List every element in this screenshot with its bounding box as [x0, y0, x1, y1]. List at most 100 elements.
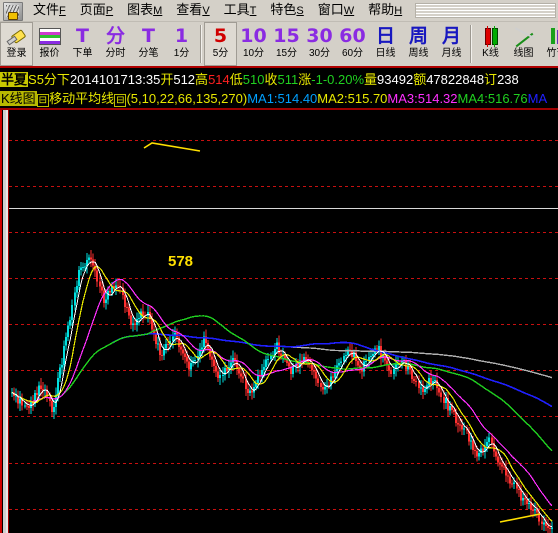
indicator-name: 移动平均线 [49, 91, 115, 106]
menu-features[interactable]: 特色S [263, 1, 310, 21]
menu-help-accel: H [394, 4, 403, 17]
menu-chart-label: 图表 [127, 1, 154, 17]
toolbar-separator-1 [200, 25, 202, 63]
toolbar-button-login[interactable]: 登录 [0, 22, 33, 66]
menu-view[interactable]: 查看V [169, 1, 216, 21]
menu-file[interactable]: 文件F [26, 1, 73, 21]
quote-icon [38, 24, 61, 48]
menu-features-accel: S [296, 4, 304, 17]
main-toolbar: 登录 报价 T 下单 分 分时 T 分笔 1 1分 5 5分 10 10分 15… [0, 22, 558, 66]
menu-view-label: 查看 [176, 1, 203, 17]
menu-tools-accel: T [249, 4, 257, 17]
menu-window-accel: W [343, 4, 355, 17]
monthly-icon: 月 [441, 25, 461, 47]
menu-bar: 文件F 页面P 图表M 查看V 工具T 特色S 窗口W 帮助H [0, 0, 558, 22]
app-logo-icon [3, 1, 23, 21]
min1-icon: 1 [174, 25, 189, 47]
menu-bar-filler [415, 3, 556, 18]
toolbar-button-min5[interactable]: 5 5分 [204, 22, 237, 66]
indicator-ma1: MA1:514.40 [247, 91, 318, 106]
min10-icon: 10 [240, 25, 267, 47]
indicator-ma3: MA3:514.32 [387, 91, 458, 106]
toolbar-button-intraday[interactable]: 分 分时 [99, 22, 132, 66]
toolbar-button-candlestick-label: K线 [482, 48, 499, 59]
plug-icon [6, 24, 28, 48]
quote-high-value: 514 [208, 72, 230, 87]
min60-icon: 60 [339, 25, 366, 47]
toolbar-button-min30[interactable]: 30 30分 [303, 22, 336, 66]
quote-change-label: 涨 [298, 72, 312, 87]
quote-code: S [28, 72, 37, 87]
toolbar-button-line-chart[interactable]: 线图 [507, 22, 540, 66]
quote-close-value: 511 [277, 72, 299, 87]
min15-icon: 15 [273, 25, 300, 47]
quote-amount-value: 47822848 [426, 72, 485, 87]
menu-page-label: 页面 [79, 1, 106, 17]
annotation-pointer-low [499, 513, 541, 523]
indicator-collapse-icon[interactable]: ⊟ [36, 94, 50, 107]
indicator-params-collapse-icon[interactable]: ⊟ [114, 94, 127, 107]
line-chart-icon [514, 24, 534, 48]
menu-features-label: 特色 [270, 1, 297, 17]
toolbar-button-ticks-label: 分笔 [138, 48, 159, 59]
price-chart[interactable]: 578 410 [0, 110, 558, 533]
menu-page[interactable]: 页面P [73, 1, 120, 21]
toolbar-button-ticks[interactable]: T 分笔 [132, 22, 165, 66]
toolbar-button-min60[interactable]: 60 60分 [336, 22, 369, 66]
indicator-params: (5,10,22,66,135,270) [126, 91, 248, 106]
bamboo-chart-icon [548, 24, 558, 48]
quote-orders-label: 订 [484, 72, 498, 87]
menu-tools-label: 工具 [223, 1, 250, 17]
toolbar-button-weekly-label: 周线 [408, 48, 429, 59]
toolbar-button-monthly-label: 月线 [441, 48, 462, 59]
toolbar-button-quote-label: 报价 [39, 48, 60, 59]
toolbar-button-bamboo-chart[interactable]: 竹节 [540, 22, 558, 66]
toolbar-button-min1-label: 1分 [173, 48, 190, 59]
menu-file-label: 文件 [33, 1, 60, 17]
menu-view-accel: V [202, 4, 210, 17]
indicator-title: K线图 [0, 91, 37, 106]
quote-period: 5分 [36, 72, 57, 87]
menu-help[interactable]: 帮助H [361, 1, 409, 21]
quote-close-label: 收 [264, 72, 278, 87]
quote-low-value: 510 [242, 72, 265, 87]
toolbar-button-bamboo-chart-label: 竹节 [546, 48, 558, 59]
menu-window[interactable]: 窗口W [311, 1, 361, 21]
indicator-ma2: MA2:515.70 [317, 91, 388, 106]
menu-chart[interactable]: 图表M [120, 1, 169, 21]
quote-change-value: -1 [311, 72, 323, 87]
indicator-ma5: MA [527, 91, 548, 106]
annotation-high-label: 578 [168, 253, 194, 270]
trading-app-window: 文件F 页面P 图表M 查看V 工具T 特色S 窗口W 帮助H 登录 报价 T … [0, 0, 558, 533]
toolbar-button-min5-label: 5分 [212, 48, 229, 59]
toolbar-button-monthly[interactable]: 月 月线 [435, 22, 468, 66]
toolbar-button-min10[interactable]: 10 10分 [237, 22, 270, 66]
indicator-ma4: MA4:516.76 [457, 91, 528, 106]
toolbar-button-min1[interactable]: 1 1分 [165, 22, 198, 66]
candlestick-icon [482, 24, 500, 48]
quote-date: 20141017 [69, 72, 128, 87]
quote-direction: 下 [56, 72, 70, 87]
menu-file-accel: F [59, 4, 66, 17]
toolbar-button-daily[interactable]: 日 日线 [369, 22, 402, 66]
weekly-icon: 周 [408, 25, 428, 47]
toolbar-button-min60-label: 60分 [341, 48, 364, 59]
quote-name: 半夏 [0, 72, 29, 87]
quote-amount-label: 额 [413, 72, 427, 87]
menu-tools[interactable]: 工具T [217, 1, 264, 21]
toolbar-button-login-label: 登录 [6, 48, 27, 59]
intraday-icon: 分 [105, 25, 125, 47]
quote-volume-label: 量 [364, 72, 378, 87]
min30-icon: 30 [306, 25, 333, 47]
toolbar-button-candlestick[interactable]: K线 [474, 22, 507, 66]
toolbar-button-order-label: 下单 [72, 48, 93, 59]
quote-orders-value: 238 [497, 72, 519, 87]
toolbar-button-order[interactable]: T 下单 [66, 22, 99, 66]
toolbar-button-min10-label: 10分 [242, 48, 265, 59]
min5-icon: 5 [213, 25, 228, 47]
ticks-icon: T [142, 25, 155, 47]
toolbar-button-min15-label: 15分 [275, 48, 298, 59]
toolbar-button-quote[interactable]: 报价 [33, 22, 66, 66]
toolbar-button-min15[interactable]: 15 15分 [270, 22, 303, 66]
toolbar-button-weekly[interactable]: 周 周线 [402, 22, 435, 66]
